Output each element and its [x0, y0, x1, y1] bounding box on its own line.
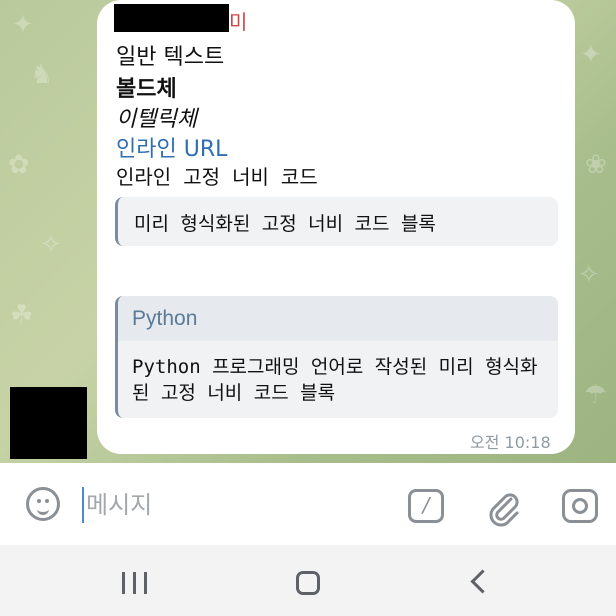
doodle-icon: ✧ [578, 260, 600, 290]
smile-icon[interactable] [26, 487, 60, 521]
doodle-icon: ✦ [12, 10, 34, 40]
doodle-icon: ☂ [584, 380, 608, 410]
slash-command-icon[interactable]: / [408, 489, 444, 523]
text-cursor [82, 487, 84, 523]
preformatted-text: 미리 형식화된 고정 너비 코드 블록 [134, 213, 436, 235]
back-icon[interactable] [470, 569, 495, 594]
code-language-label: Python [132, 307, 198, 330]
message-timestamp: 오전 10:18 [470, 433, 551, 452]
recents-icon[interactable] [122, 572, 148, 594]
camera-icon[interactable] [562, 489, 598, 523]
doodle-icon: ☘ [10, 300, 34, 330]
code-block[interactable]: Python Python 프로그래밍 언어로 작성된 미리 형식화된 고정 너… [115, 296, 558, 418]
inline-code-line[interactable]: 인라인 고정 너비 코드 [116, 161, 318, 190]
doodle-icon: ✿ [8, 150, 30, 180]
plain-text-line: 일반 텍스트 [116, 45, 225, 70]
redacted-avatar[interactable] [10, 387, 87, 459]
doodle-icon: ✧ [40, 230, 62, 260]
message-input[interactable] [86, 487, 386, 523]
doodle-icon: ✦ [580, 40, 602, 70]
sender-name[interactable]: 미 [229, 6, 247, 35]
smile-mouth [37, 504, 49, 515]
message-input-bar: / [0, 463, 616, 545]
system-nav-bar [0, 545, 616, 616]
italic-text-line: 이텔릭체 [116, 107, 197, 132]
inline-link[interactable]: 인라인 URL [116, 131, 227, 163]
paperclip-icon[interactable] [484, 487, 524, 527]
preformatted-block[interactable]: 미리 형식화된 고정 너비 코드 블록 [115, 197, 558, 246]
bold-text-line: 볼드체 [116, 77, 177, 102]
code-block-text: Python 프로그래밍 언어로 작성된 미리 형식화된 고정 너비 코드 블록 [132, 356, 538, 404]
doodle-icon: ❀ [585, 150, 607, 180]
redacted-sender-name [114, 4, 229, 32]
doodle-icon: ♞ [30, 60, 54, 90]
home-icon[interactable] [296, 571, 320, 595]
